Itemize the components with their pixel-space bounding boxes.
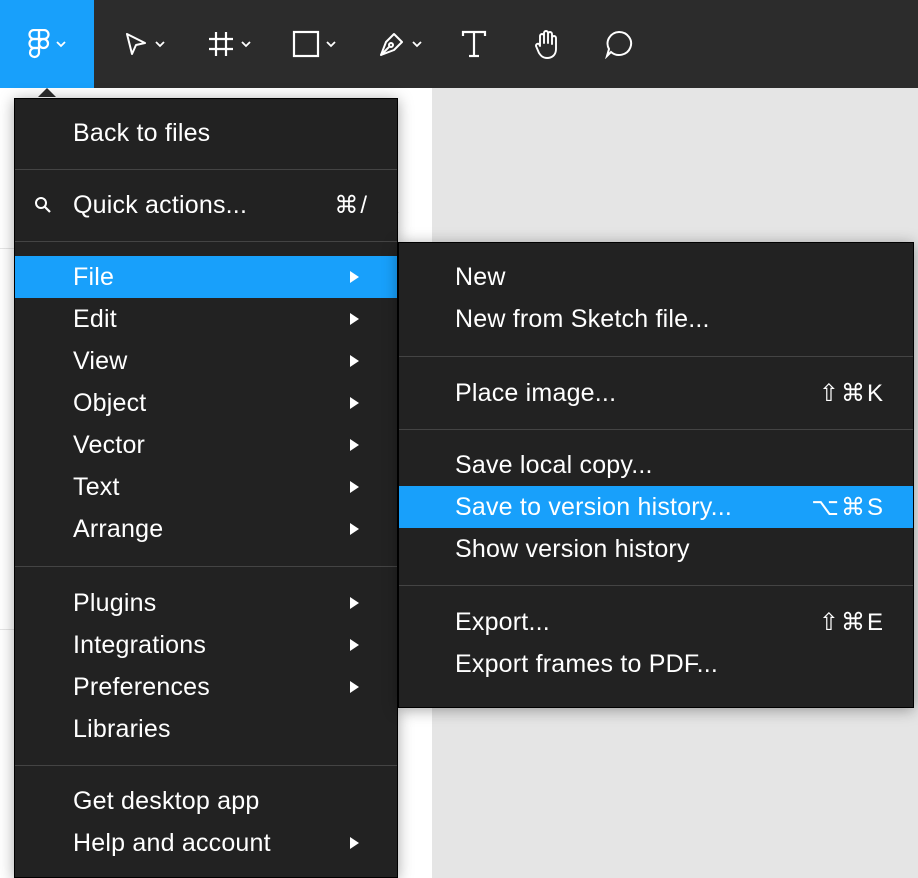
main-menu-button[interactable] bbox=[0, 0, 94, 88]
menu-item-label: New bbox=[455, 262, 506, 291]
menu-item-new[interactable]: New bbox=[399, 256, 913, 298]
menu-item-file[interactable]: File bbox=[15, 256, 397, 298]
menu-item-label: Edit bbox=[73, 304, 117, 333]
menu-item-export-frames-pdf[interactable]: Export frames to PDF... bbox=[399, 643, 913, 685]
menu-pointer bbox=[38, 88, 56, 97]
comment-icon bbox=[605, 30, 633, 59]
menu-item-save-local-copy[interactable]: Save local copy... bbox=[399, 444, 913, 486]
menu-item-get-desktop-app[interactable]: Get desktop app bbox=[15, 780, 397, 822]
menu-separator bbox=[15, 169, 397, 170]
menu-item-label: Libraries bbox=[73, 714, 171, 743]
menu-separator bbox=[399, 429, 913, 430]
comment-tool-button[interactable] bbox=[596, 0, 642, 88]
menu-separator bbox=[399, 356, 913, 357]
submenu-arrow-icon bbox=[350, 681, 359, 693]
submenu-arrow-icon bbox=[350, 439, 359, 451]
chevron-down-icon bbox=[412, 41, 422, 48]
menu-item-label: Save local copy... bbox=[455, 450, 653, 479]
menu-item-label: Export frames to PDF... bbox=[455, 649, 719, 678]
text-icon bbox=[461, 30, 487, 58]
submenu-arrow-icon bbox=[350, 271, 359, 283]
toolbar bbox=[0, 0, 918, 88]
menu-item-label: Back to files bbox=[73, 118, 211, 147]
menu-item-label: Preferences bbox=[73, 672, 210, 701]
shortcut-label: ⇧⌘E bbox=[818, 608, 885, 636]
menu-separator bbox=[15, 241, 397, 242]
move-pointer-icon bbox=[126, 33, 146, 55]
pen-tool-button[interactable] bbox=[366, 0, 434, 88]
menu-item-label: Object bbox=[73, 388, 147, 417]
menu-item-label: Export... bbox=[455, 607, 550, 636]
menu-item-export[interactable]: Export... ⇧⌘E bbox=[399, 601, 913, 643]
hand-icon bbox=[535, 30, 557, 59]
submenu-arrow-icon bbox=[350, 313, 359, 325]
chevron-down-icon bbox=[56, 41, 66, 48]
menu-item-text[interactable]: Text bbox=[15, 466, 397, 508]
file-submenu: New New from Sketch file... Place image.… bbox=[398, 242, 914, 708]
menu-item-arrange[interactable]: Arrange bbox=[15, 508, 397, 550]
submenu-arrow-icon bbox=[350, 481, 359, 493]
frame-tool-button[interactable] bbox=[196, 0, 262, 88]
menu-item-quick-actions[interactable]: Quick actions... ⌘/ bbox=[15, 184, 397, 226]
menu-item-back-to-files[interactable]: Back to files bbox=[15, 112, 397, 154]
pen-icon bbox=[380, 33, 403, 56]
menu-item-preferences[interactable]: Preferences bbox=[15, 666, 397, 708]
menu-item-object[interactable]: Object bbox=[15, 382, 397, 424]
menu-item-label: Plugins bbox=[73, 588, 157, 617]
menu-separator bbox=[15, 566, 397, 567]
menu-item-save-to-version-history[interactable]: Save to version history... ⌥⌘S bbox=[399, 486, 913, 528]
menu-item-view[interactable]: View bbox=[15, 340, 397, 382]
menu-item-help-and-account[interactable]: Help and account bbox=[15, 822, 397, 864]
menu-item-label: Text bbox=[73, 472, 120, 501]
menu-item-label: Save to version history... bbox=[455, 492, 733, 521]
figma-logo-icon bbox=[28, 29, 50, 59]
menu-item-plugins[interactable]: Plugins bbox=[15, 582, 397, 624]
menu-item-label: File bbox=[73, 262, 115, 291]
move-tool-button[interactable] bbox=[112, 0, 176, 88]
menu-item-place-image[interactable]: Place image... ⇧⌘K bbox=[399, 372, 913, 414]
shape-tool-button[interactable] bbox=[280, 0, 348, 88]
submenu-arrow-icon bbox=[350, 639, 359, 651]
shortcut-label: ⇧⌘K bbox=[818, 379, 885, 407]
menu-item-label: Integrations bbox=[73, 630, 207, 659]
submenu-arrow-icon bbox=[350, 523, 359, 535]
chevron-down-icon bbox=[241, 41, 251, 48]
menu-item-vector[interactable]: Vector bbox=[15, 424, 397, 466]
menu-item-label: Place image... bbox=[455, 378, 617, 407]
menu-item-label: Get desktop app bbox=[73, 786, 260, 815]
shortcut-label: ⌥⌘S bbox=[811, 493, 885, 521]
rectangle-icon bbox=[292, 30, 320, 58]
submenu-arrow-icon bbox=[350, 837, 359, 849]
menu-item-new-from-sketch[interactable]: New from Sketch file... bbox=[399, 298, 913, 340]
search-icon bbox=[35, 197, 51, 213]
menu-item-label: Arrange bbox=[73, 514, 164, 543]
submenu-arrow-icon bbox=[350, 397, 359, 409]
chevron-down-icon bbox=[326, 41, 336, 48]
menu-item-label: New from Sketch file... bbox=[455, 304, 710, 333]
menu-item-label: Quick actions... bbox=[73, 190, 248, 219]
menu-item-label: Vector bbox=[73, 430, 146, 459]
menu-item-edit[interactable]: Edit bbox=[15, 298, 397, 340]
submenu-arrow-icon bbox=[350, 597, 359, 609]
text-tool-button[interactable] bbox=[452, 0, 496, 88]
menu-separator bbox=[399, 585, 913, 586]
menu-item-libraries[interactable]: Libraries bbox=[15, 708, 397, 750]
menu-separator bbox=[15, 765, 397, 766]
hand-tool-button[interactable] bbox=[524, 0, 570, 88]
menu-item-label: Show version history bbox=[455, 534, 690, 563]
chevron-down-icon bbox=[155, 41, 165, 48]
submenu-arrow-icon bbox=[350, 355, 359, 367]
main-menu: Back to files Quick actions... ⌘/ File E… bbox=[14, 98, 398, 878]
shortcut-label: ⌘/ bbox=[334, 191, 369, 219]
menu-item-label: Help and account bbox=[73, 828, 271, 857]
menu-item-label: View bbox=[73, 346, 128, 375]
frame-icon bbox=[209, 32, 233, 56]
menu-item-integrations[interactable]: Integrations bbox=[15, 624, 397, 666]
menu-item-show-version-history[interactable]: Show version history bbox=[399, 528, 913, 570]
